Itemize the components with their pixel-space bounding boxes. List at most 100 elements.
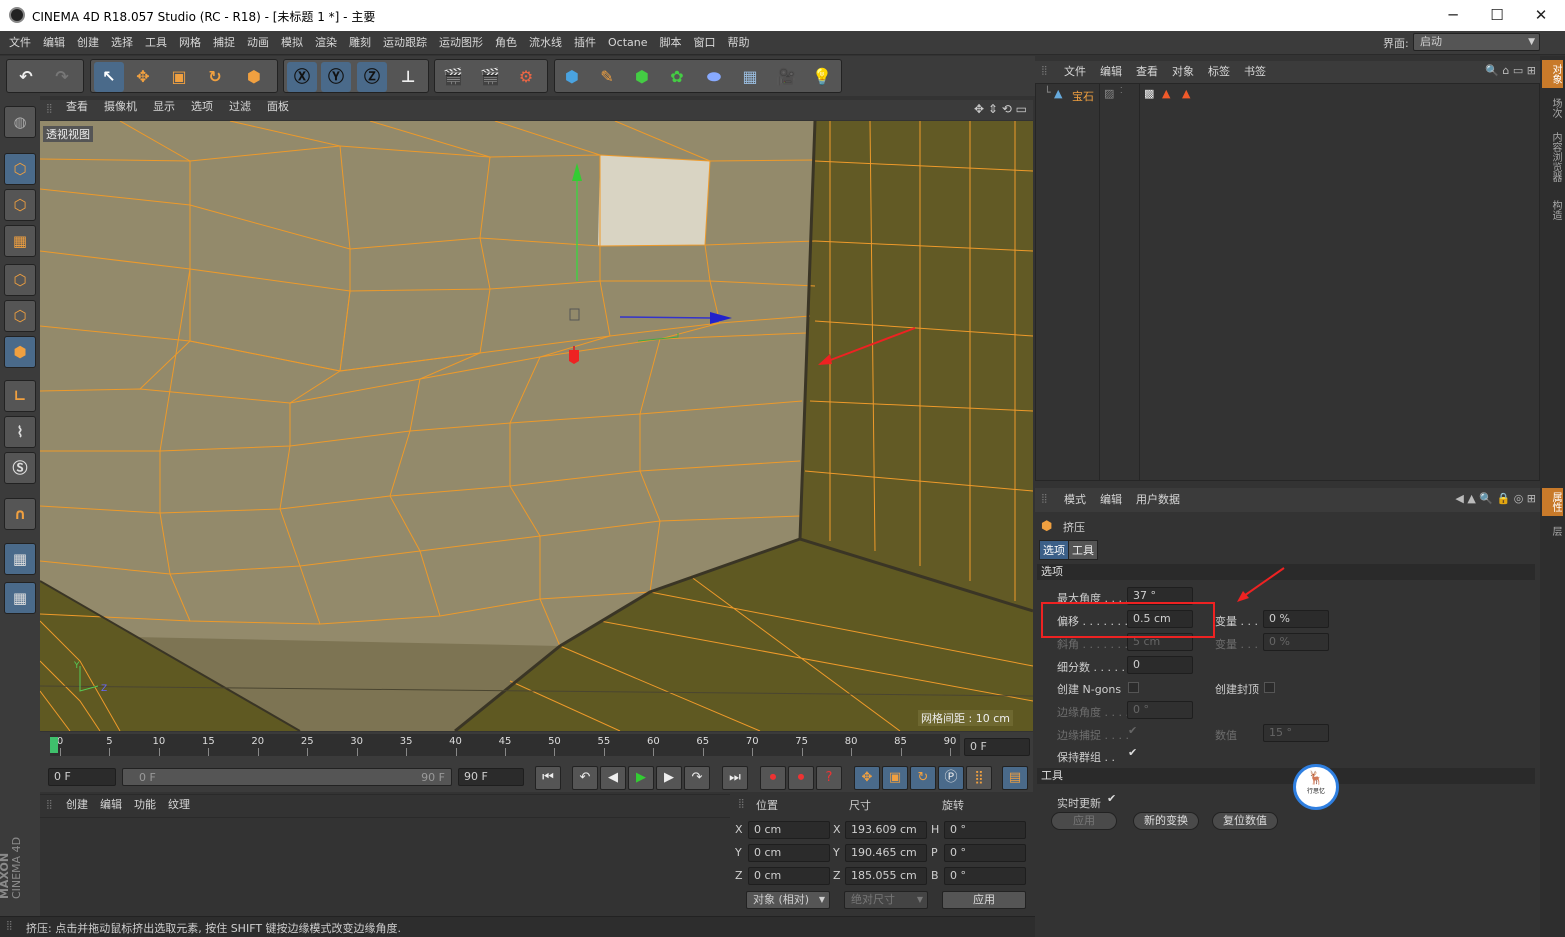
magnet-icon[interactable]: ∩: [4, 498, 36, 530]
minimize-button[interactable]: ─: [1431, 2, 1475, 28]
menu-item-1[interactable]: 编辑: [37, 31, 71, 55]
autokey-icon[interactable]: ⏺: [788, 766, 814, 790]
timeline[interactable]: 0 5 10 15 20 25 30 35 40 45 50 55 60 65 70 75 80 85 90 0 F: [40, 732, 1033, 762]
realtime-check-icon[interactable]: ✔: [1107, 792, 1116, 805]
menu-item-9[interactable]: 渲染: [309, 31, 343, 55]
visibility-dots-icon[interactable]: ⁚: [1120, 86, 1123, 95]
object-menu-item-2[interactable]: 查看: [1129, 65, 1165, 79]
model-mode-icon[interactable]: ⬡: [4, 153, 36, 185]
coord-size-field[interactable]: 185.055 cm: [845, 867, 927, 885]
attribute-nav-icons[interactable]: ◀ ▲ 🔍 🔒 ◎ ⊞: [1455, 492, 1536, 505]
viewport-menu-item-3[interactable]: 选项: [183, 100, 221, 114]
lock-workplane-icon[interactable]: ▦: [4, 543, 36, 575]
coord-size-field[interactable]: 193.609 cm: [845, 821, 927, 839]
pen-icon[interactable]: ✎: [592, 62, 622, 92]
viewport-menu-item-0[interactable]: 查看: [58, 100, 96, 114]
key-rotation-icon[interactable]: ↻: [910, 766, 936, 790]
menu-item-17[interactable]: 脚本: [654, 31, 688, 55]
object-row[interactable]: └ ▲ 宝石 ▨ ⁚ ▩ ▲ ▲: [1036, 86, 1539, 104]
layout-select[interactable]: 启动 ▼: [1413, 33, 1540, 51]
rotate-icon[interactable]: ↻: [200, 62, 230, 92]
menu-item-11[interactable]: 运动跟踪: [377, 31, 433, 55]
menu-item-14[interactable]: 流水线: [523, 31, 568, 55]
tab-takes[interactable]: 场次: [1542, 94, 1563, 122]
timeline-window-icon[interactable]: ▤: [1002, 766, 1028, 790]
planar-workplane-icon[interactable]: ▦: [4, 582, 36, 614]
create-caps-checkbox[interactable]: [1264, 682, 1275, 693]
edge-snap-check-icon[interactable]: ✔: [1128, 724, 1137, 737]
tab-structure[interactable]: 构造: [1542, 196, 1563, 224]
viewport-menu-item-1[interactable]: 摄像机: [96, 100, 145, 114]
edge-mode-icon[interactable]: ⬡: [4, 300, 36, 332]
menu-item-2[interactable]: 创建: [71, 31, 105, 55]
end-frame-field[interactable]: 90 F: [458, 768, 524, 786]
menu-item-8[interactable]: 模拟: [275, 31, 309, 55]
scale-icon[interactable]: ▣: [164, 62, 194, 92]
axis-mode-icon[interactable]: ∟: [4, 380, 36, 412]
coord-rotation-field[interactable]: 0 °: [944, 867, 1026, 885]
prev-key-icon[interactable]: ↶: [572, 766, 598, 790]
render-settings-icon[interactable]: ⚙: [511, 62, 541, 92]
x-axis-icon[interactable]: Ⓧ: [287, 62, 317, 92]
coord-rotation-field[interactable]: 0 °: [944, 844, 1026, 862]
light-icon[interactable]: 💡: [807, 62, 837, 92]
coord-position-field[interactable]: 0 cm: [748, 844, 830, 862]
viewport-menu-item-4[interactable]: 过滤: [221, 100, 259, 114]
point-mode-icon[interactable]: ⬡: [4, 264, 36, 296]
menu-item-4[interactable]: 工具: [139, 31, 173, 55]
menu-item-13[interactable]: 角色: [489, 31, 523, 55]
menu-item-12[interactable]: 运动图形: [433, 31, 489, 55]
cube-icon[interactable]: ⬢: [557, 62, 587, 92]
phong-tag-icon[interactable]: ▲: [1162, 87, 1170, 100]
undo-icon[interactable]: ↶: [11, 62, 41, 92]
keyframe-help-icon[interactable]: ?: [816, 766, 842, 790]
snap-icon[interactable]: Ⓢ: [4, 452, 36, 484]
attribute-menu-item-1[interactable]: 编辑: [1093, 493, 1129, 507]
coordinate-system-icon[interactable]: ⊥: [393, 62, 423, 92]
go-end-icon[interactable]: ⏭: [722, 766, 748, 790]
z-axis-icon[interactable]: Ⓩ: [357, 62, 387, 92]
material-menu-item-0[interactable]: 创建: [60, 798, 94, 812]
menu-item-18[interactable]: 窗口: [688, 31, 722, 55]
key-position-icon[interactable]: ✥: [854, 766, 880, 790]
variance-field[interactable]: 0 %: [1263, 610, 1329, 628]
texture-tag-icon[interactable]: ▩: [1144, 87, 1154, 100]
create-ngons-checkbox[interactable]: [1128, 682, 1139, 693]
menu-item-16[interactable]: Octane: [602, 31, 654, 55]
prev-frame-icon[interactable]: ◀: [600, 766, 626, 790]
timeline-ruler[interactable]: 0 5 10 15 20 25 30 35 40 45 50 55 60 65 70 75 80 85 90: [50, 734, 960, 756]
play-icon[interactable]: ▶: [628, 766, 654, 790]
frame-range-slider[interactable]: 0 F 90 F: [122, 768, 452, 786]
subdivision-icon[interactable]: ⬢: [627, 62, 657, 92]
coord-position-field[interactable]: 0 cm: [748, 821, 830, 839]
object-name[interactable]: 宝石: [1072, 88, 1094, 104]
object-menu-item-0[interactable]: 文件: [1057, 65, 1093, 79]
object-menu-item-3[interactable]: 对象: [1165, 65, 1201, 79]
next-key-icon[interactable]: ↷: [684, 766, 710, 790]
floor-icon[interactable]: ▦: [735, 62, 765, 92]
object-manager-tools-icons[interactable]: 🔍 ⌂ ▭ ⊞: [1485, 64, 1536, 77]
material-menu-item-1[interactable]: 编辑: [94, 798, 128, 812]
go-start-icon[interactable]: ⏮: [535, 766, 561, 790]
attribute-menu-item-0[interactable]: 模式: [1057, 493, 1093, 507]
render-view-icon[interactable]: 🎬: [438, 62, 468, 92]
move-icon[interactable]: ✥: [128, 62, 158, 92]
viewport-menu-item-5[interactable]: 面板: [259, 100, 297, 114]
size-mode-select[interactable]: 绝对尺寸 ▼: [844, 891, 928, 909]
reset-values-button[interactable]: 复位数值: [1212, 812, 1278, 830]
coords-apply-button[interactable]: 应用: [942, 891, 1026, 909]
workplane-icon[interactable]: ▦: [4, 225, 36, 257]
tab-tool[interactable]: 工具: [1068, 540, 1098, 560]
tab-objects[interactable]: 对象: [1542, 60, 1563, 88]
selection-tag-icon[interactable]: ▲: [1182, 87, 1190, 100]
max-angle-field[interactable]: 37 °: [1127, 587, 1193, 605]
sphere-icon[interactable]: ◍: [4, 106, 36, 138]
menu-item-0[interactable]: 文件: [3, 31, 37, 55]
tab-layers[interactable]: 层: [1542, 522, 1563, 540]
close-button[interactable]: ✕: [1519, 2, 1563, 28]
perspective-viewport[interactable]: 透视视图 Y Z 网格间距 : 10 cm: [40, 121, 1033, 731]
tweak-mode-icon[interactable]: ⌇: [4, 416, 36, 448]
object-menu-item-5[interactable]: 书签: [1237, 65, 1273, 79]
object-list[interactable]: └ ▲ 宝石 ▨ ⁚ ▩ ▲ ▲: [1035, 83, 1540, 481]
coord-mode-select[interactable]: 对象 (相对) ▼: [746, 891, 830, 909]
